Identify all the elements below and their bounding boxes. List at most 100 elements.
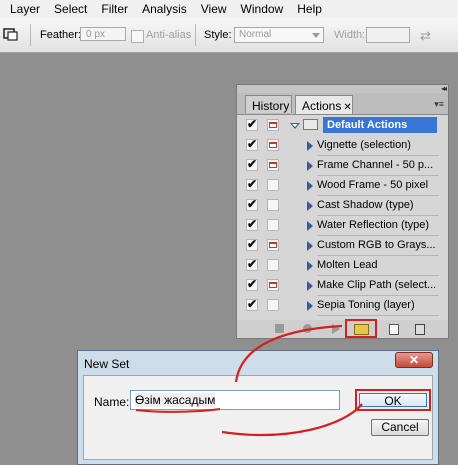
- collapse-icon[interactable]: ◂◂: [441, 84, 447, 93]
- menu-window[interactable]: Window: [234, 2, 291, 16]
- check-icon: ✔: [247, 117, 258, 131]
- toggle-checkbox[interactable]: ✔: [246, 277, 258, 291]
- menu-analysis[interactable]: Analysis: [135, 2, 194, 16]
- action-row[interactable]: ✔ Cast Shadow (type): [243, 196, 439, 216]
- check-icon: ✔: [247, 257, 258, 271]
- style-value: Normal: [239, 29, 272, 40]
- tab-history[interactable]: History: [245, 95, 292, 113]
- ok-button[interactable]: OK: [355, 389, 431, 411]
- check-icon: ✔: [247, 177, 258, 191]
- width-input[interactable]: [366, 27, 410, 43]
- expand-triangle-icon[interactable]: [307, 281, 313, 291]
- action-row[interactable]: ✔ Water Reflection (type): [243, 216, 439, 236]
- tab-actions[interactable]: Actions ✕: [295, 95, 353, 114]
- swap-icon[interactable]: ⇄: [420, 28, 431, 44]
- menu-view[interactable]: View: [194, 2, 234, 16]
- dialog-toggle[interactable]: [267, 159, 279, 171]
- dialog-title: New Set: [84, 357, 130, 371]
- marquee-tool-icon[interactable]: [2, 26, 20, 42]
- dialog-toggle[interactable]: [267, 119, 279, 131]
- check-icon: ✔: [247, 297, 258, 311]
- actions-panel: ◂◂ History Actions ✕ ▾≡ ✔ Default Actions…: [236, 84, 449, 339]
- action-name: Vignette (selection): [317, 139, 411, 151]
- dialog-body: Name: Өзім жасадым OK Cancel: [83, 375, 433, 460]
- action-name: Molten Lead: [317, 259, 378, 271]
- action-row[interactable]: ✔ Wood Frame - 50 pixel: [243, 176, 439, 196]
- action-row[interactable]: ✔ Sepia Toning (layer): [243, 296, 439, 316]
- ok-button-label: OK: [359, 393, 427, 408]
- menu-layer[interactable]: Layer: [0, 2, 47, 16]
- play-icon[interactable]: [332, 324, 340, 334]
- dialog-icon: [269, 142, 277, 148]
- expand-triangle-icon[interactable]: [307, 221, 313, 231]
- expand-triangle-icon[interactable]: [307, 161, 313, 171]
- panel-menu-icon[interactable]: ▾≡: [434, 99, 444, 110]
- expand-triangle-icon[interactable]: [307, 181, 313, 191]
- name-input[interactable]: Өзім жасадым: [130, 390, 340, 410]
- toggle-checkbox[interactable]: ✔: [246, 237, 258, 251]
- toggle-checkbox[interactable]: ✔: [246, 137, 258, 151]
- toggle-checkbox[interactable]: ✔: [246, 177, 258, 191]
- antialias-checkbox[interactable]: [131, 30, 144, 43]
- expand-triangle-icon[interactable]: [307, 301, 313, 311]
- record-icon[interactable]: [303, 324, 312, 333]
- expand-triangle-icon[interactable]: [307, 241, 313, 251]
- toggle-checkbox[interactable]: ✔: [246, 297, 258, 311]
- toggle-checkbox[interactable]: ✔: [246, 197, 258, 211]
- menu-help[interactable]: Help: [290, 2, 329, 16]
- dialog-toggle[interactable]: [267, 219, 279, 231]
- chevron-down-icon: [312, 33, 320, 38]
- check-icon: ✔: [247, 277, 258, 291]
- action-set-row[interactable]: ✔ Default Actions: [243, 116, 439, 136]
- dialog-toggle[interactable]: [267, 179, 279, 191]
- action-row[interactable]: ✔ Vignette (selection): [243, 136, 439, 156]
- antialias-label: Anti-alias: [146, 29, 192, 41]
- toggle-checkbox[interactable]: ✔: [246, 217, 258, 231]
- dialog-toggle[interactable]: [267, 259, 279, 271]
- expand-triangle-icon[interactable]: [290, 123, 300, 129]
- feather-label: Feather:: [40, 29, 81, 41]
- action-name: Sepia Toning (layer): [317, 299, 415, 311]
- stop-icon[interactable]: [275, 324, 284, 333]
- check-icon: ✔: [247, 157, 258, 171]
- width-label: Width:: [334, 29, 366, 41]
- style-select[interactable]: Normal: [234, 27, 324, 43]
- tab-history-label: History: [252, 99, 290, 113]
- create-new-set-button[interactable]: [345, 319, 377, 338]
- dialog-icon: [269, 122, 277, 128]
- close-icon[interactable]: ✕: [343, 102, 351, 113]
- toggle-checkbox[interactable]: ✔: [246, 117, 258, 131]
- panel-title-strip[interactable]: [237, 85, 448, 93]
- toggle-checkbox[interactable]: ✔: [246, 257, 258, 271]
- options-bar: Feather: 0 px Anti-alias Style: Normal W…: [0, 18, 458, 53]
- toggle-checkbox[interactable]: ✔: [246, 157, 258, 171]
- dialog-toggle[interactable]: [267, 279, 279, 291]
- check-icon: ✔: [247, 137, 258, 151]
- dialog-toggle[interactable]: [267, 299, 279, 311]
- action-name: Cast Shadow (type): [317, 199, 414, 211]
- check-icon: ✔: [247, 197, 258, 211]
- action-row[interactable]: ✔ Molten Lead: [243, 256, 439, 276]
- check-icon: ✔: [247, 217, 258, 231]
- row-divider: [317, 315, 439, 316]
- panel-tabs: History Actions ✕ ▾≡: [237, 93, 448, 115]
- menu-filter[interactable]: Filter: [94, 2, 135, 16]
- expand-triangle-icon[interactable]: [307, 141, 313, 151]
- expand-triangle-icon[interactable]: [307, 261, 313, 271]
- dialog-toggle[interactable]: [267, 199, 279, 211]
- expand-triangle-icon[interactable]: [307, 201, 313, 211]
- action-row[interactable]: ✔ Frame Channel - 50 p...: [243, 156, 439, 176]
- action-row[interactable]: ✔ Make Clip Path (select...: [243, 276, 439, 296]
- cancel-button[interactable]: Cancel: [371, 419, 429, 436]
- action-name: Wood Frame - 50 pixel: [317, 179, 429, 191]
- dialog-close-button[interactable]: ✕: [395, 352, 433, 368]
- menu-select[interactable]: Select: [47, 2, 94, 16]
- new-set-dialog: New Set ✕ Name: Өзім жасадым OK Cancel: [77, 350, 439, 465]
- feather-input[interactable]: 0 px: [80, 27, 126, 41]
- dialog-toggle[interactable]: [267, 239, 279, 251]
- trash-icon[interactable]: [415, 324, 425, 335]
- dialog-toggle[interactable]: [267, 139, 279, 151]
- action-row[interactable]: ✔ Custom RGB to Grays...: [243, 236, 439, 256]
- new-action-icon[interactable]: [389, 324, 399, 335]
- check-icon: ✔: [247, 237, 258, 251]
